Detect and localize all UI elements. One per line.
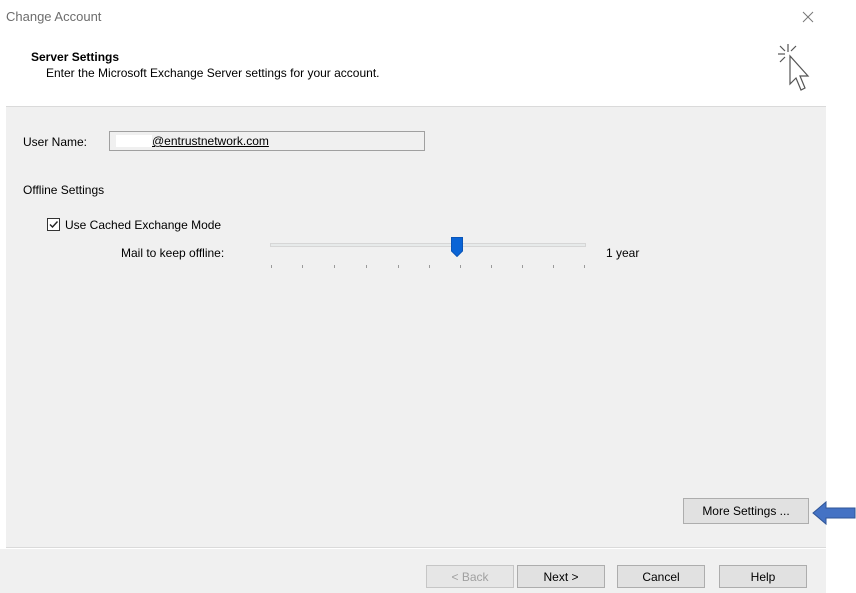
slider-tick [366,265,367,268]
user-name-label: User Name: [23,135,88,149]
user-name-value: @entrustnetwork.com [152,134,269,148]
mail-offline-value: 1 year [606,246,640,260]
section-subtitle: Enter the Microsoft Exchange Server sett… [46,66,380,80]
left-arrow-icon [812,500,856,526]
slider-tick [460,265,461,268]
back-button[interactable]: < Back [426,565,514,588]
slider-tick [429,265,430,268]
window-title: Change Account [6,9,102,24]
mail-offline-label: Mail to keep offline: [121,246,225,260]
mail-offline-slider-thumb[interactable] [451,237,463,258]
title-bar: Change Account [0,0,826,34]
slider-tick [302,265,303,268]
settings-panel: User Name: @entrustnetwork.com Offline S… [6,106,826,548]
slider-tick [522,265,523,268]
cached-mode-checkbox[interactable] [47,218,60,231]
cursor-sparkle-icon [774,40,818,106]
change-account-dialog: Change Account Server Settings Enter the… [0,0,826,593]
redacted-user-prefix [116,135,152,147]
slider-tick [398,265,399,268]
cancel-button[interactable]: Cancel [617,565,705,588]
slider-tick [553,265,554,268]
offline-settings-label: Offline Settings [23,183,105,197]
user-name-field[interactable]: @entrustnetwork.com [109,131,425,151]
slider-tick [271,265,272,268]
slider-tick [584,265,585,268]
mail-offline-slider-track[interactable] [270,243,586,247]
close-icon[interactable] [796,5,820,29]
next-button[interactable]: Next > [517,565,605,588]
section-title: Server Settings [31,50,120,64]
help-button[interactable]: Help [719,565,807,588]
more-settings-button[interactable]: More Settings ... [683,498,809,524]
checkmark-icon [49,221,59,229]
slider-tick [491,265,492,268]
slider-tick [334,265,335,268]
cached-mode-label[interactable]: Use Cached Exchange Mode [65,218,221,232]
wizard-footer: < Back Next > Cancel Help [0,549,826,593]
